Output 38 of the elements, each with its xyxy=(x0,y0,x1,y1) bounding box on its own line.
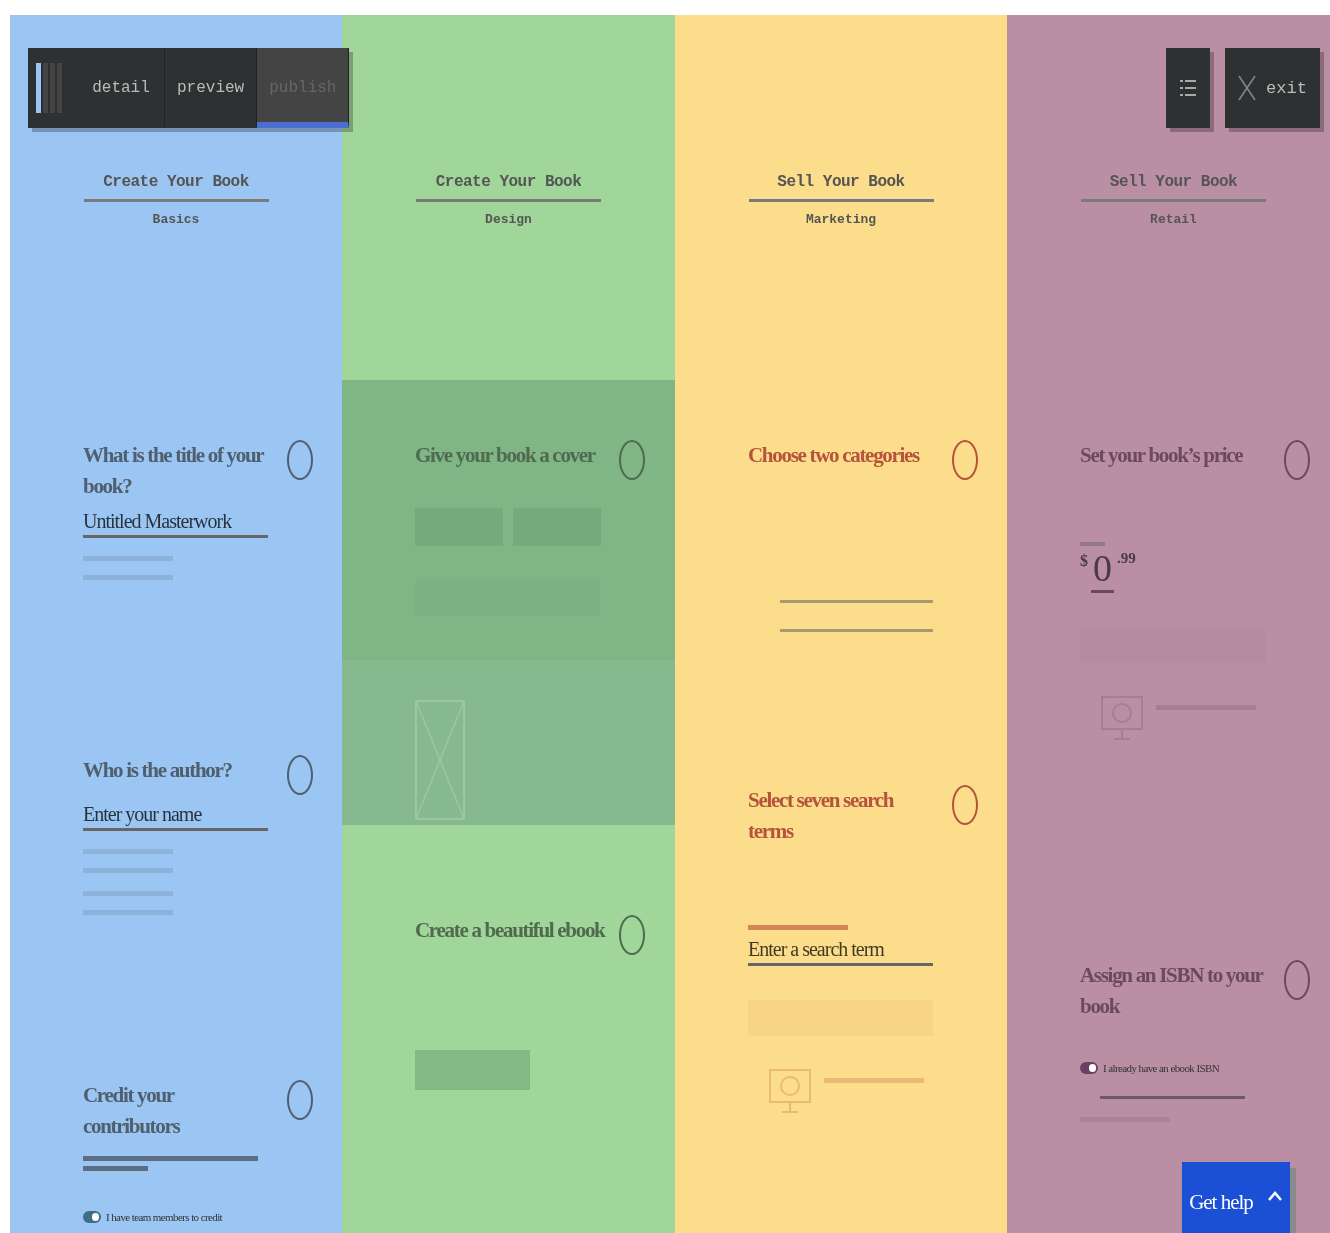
text-input[interactable]: Enter your name xyxy=(83,801,268,831)
exit-button[interactable]: exit xyxy=(1225,48,1320,128)
category-line[interactable] xyxy=(780,629,933,632)
column-heading: Create Your Book xyxy=(416,173,601,202)
toggle-label: I already have an ebook ISBN xyxy=(1103,1062,1220,1074)
column-subheading: Design xyxy=(485,212,532,227)
question-title: Who is the author? xyxy=(83,757,233,784)
column-subheading: Basics xyxy=(152,212,200,227)
question-title: Credit your contributors xyxy=(83,1082,181,1140)
category-line[interactable] xyxy=(780,600,933,603)
question-title: Give your book a cover xyxy=(415,442,597,469)
column-subheading: Marketing xyxy=(805,212,877,227)
question-title: Set your book’s price xyxy=(1080,442,1244,469)
question-title: Choose two categories xyxy=(748,442,921,469)
monitor-icon xyxy=(768,1068,812,1114)
chevron-up-icon xyxy=(1266,1190,1283,1202)
question-title: Create a beautiful ebook xyxy=(415,917,605,944)
price-amount[interactable]: 0 xyxy=(1091,546,1114,593)
question-title: Assign an ISBN to your book xyxy=(1080,962,1264,1020)
toggle-switch[interactable] xyxy=(1080,1062,1098,1074)
text-input[interactable]: Enter a search term xyxy=(748,936,933,966)
column-heading: Create Your Book xyxy=(83,173,269,202)
currency-sign: $ xyxy=(1080,552,1088,570)
column-heading: Sell Your Book xyxy=(748,173,934,202)
question-title: What is the title of your book? xyxy=(83,442,265,500)
menu-button[interactable] xyxy=(1166,48,1210,128)
stripes-icon xyxy=(36,63,62,113)
price-cents: .99 xyxy=(1117,550,1136,567)
toggle-label: I have team members to credit xyxy=(106,1211,223,1223)
faint-button[interactable] xyxy=(415,1050,530,1090)
close-icon xyxy=(1238,75,1257,101)
question-title: Select seven search terms xyxy=(748,787,895,845)
menu-icon xyxy=(1180,78,1196,98)
column-heading: Sell Your Book xyxy=(1081,173,1266,202)
column-subheading: Retail xyxy=(1150,212,1197,227)
toggle-switch[interactable] xyxy=(83,1211,101,1223)
text-input[interactable]: Untitled Masterwork xyxy=(83,508,268,538)
isbn-input[interactable] xyxy=(1100,1096,1245,1099)
